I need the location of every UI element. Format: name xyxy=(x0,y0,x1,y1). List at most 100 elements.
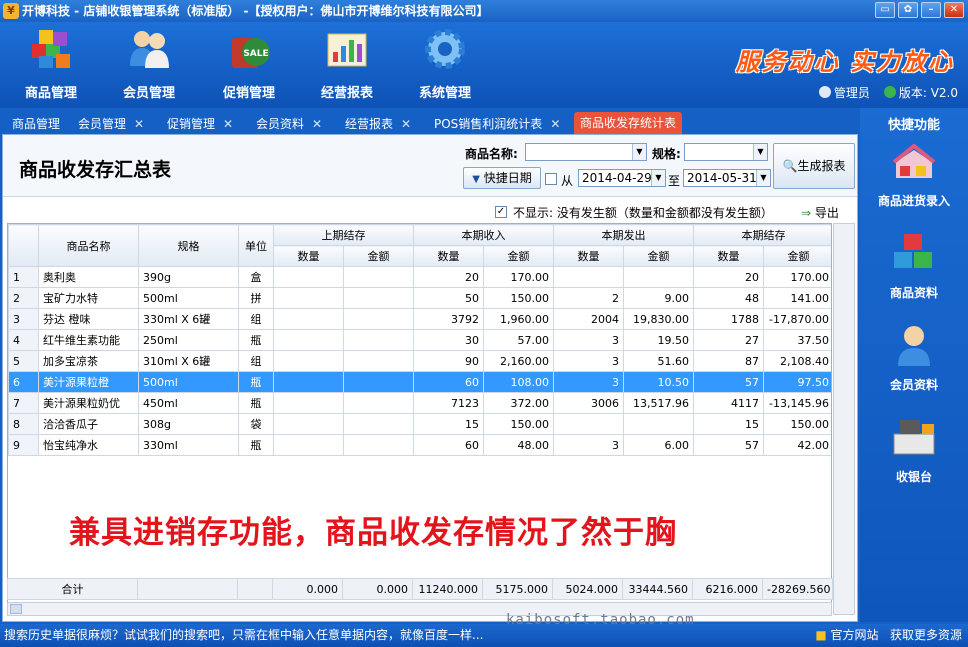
tab-members[interactable]: 会员管理 ✕ xyxy=(78,114,144,134)
table-cell: 6.00 xyxy=(623,434,694,456)
svg-text:SALE: SALE xyxy=(243,49,268,59)
horizontal-scrollbar[interactable] xyxy=(7,602,832,616)
scroll-thumb[interactable] xyxy=(10,604,22,614)
table-cell: 450ml xyxy=(138,392,239,414)
col-header-amount[interactable]: 金额 xyxy=(343,245,414,267)
chevron-down-icon[interactable]: ▼ xyxy=(651,170,665,186)
table-cell: 330ml X 6罐 xyxy=(138,308,239,330)
quick-cashier-button[interactable]: 收银台 xyxy=(860,414,968,485)
tab-stock-report[interactable]: 商品收发存统计表 xyxy=(574,112,683,134)
table-cell: 袋 xyxy=(238,413,274,435)
table-row[interactable]: 3 芬达 橙味 330ml X 6罐组 3792 1,960.00 2004 19,830.… xyxy=(8,308,831,330)
chevron-down-icon[interactable]: ▼ xyxy=(632,144,646,160)
table-row[interactable]: 6 美汁源果粒橙 500ml 瓶 60 108.00 3 10.50 57 97.50 xyxy=(8,371,831,393)
cash-register-icon xyxy=(893,420,935,455)
total-cell: -28269.560 xyxy=(762,578,833,600)
col-header-qty[interactable]: 数量 xyxy=(273,245,344,267)
quick-date-label: 快捷日期 xyxy=(483,171,532,185)
row-number: 1 xyxy=(8,266,39,288)
col-header-unit[interactable]: 单位 xyxy=(238,224,274,267)
to-date: 2014-05-31 xyxy=(687,171,757,185)
chevron-down-icon[interactable]: ▼ xyxy=(756,170,770,186)
table-cell: 19.50 xyxy=(623,329,694,351)
tab-member-profile[interactable]: 会员资料 ✕ xyxy=(256,114,322,134)
table-row[interactable]: 1 奥利奥 390g 盒 20 170.00 20 170.00 xyxy=(8,266,831,288)
table-row[interactable]: 8 洽洽香瓜子 308g 袋 15 150.00 15 150.00 xyxy=(8,413,831,435)
col-header-spec[interactable]: 规格 xyxy=(138,224,239,267)
close-icon[interactable]: ✕ xyxy=(550,117,560,131)
toolbar-goods-button[interactable]: 商品管理 xyxy=(6,26,96,101)
col-header-qty[interactable]: 数量 xyxy=(553,245,624,267)
minimize-icon[interactable]: – xyxy=(921,2,941,18)
menu-icon[interactable]: ▭ xyxy=(875,2,895,18)
table-cell: 3 xyxy=(553,434,624,456)
col-header-amount[interactable]: 金额 xyxy=(623,245,694,267)
table-row[interactable]: 4 红牛维生素功能 250ml 瓶 30 57.00 3 19.50 27 37.50 xyxy=(8,329,831,351)
close-icon[interactable]: ✕ xyxy=(312,117,322,131)
close-icon[interactable]: ✕ xyxy=(944,2,964,18)
triangle-down-icon: ▼ xyxy=(472,174,480,185)
chevron-down-icon[interactable]: ▼ xyxy=(753,144,767,160)
status-tip: 搜索历史单据很麻烦？试试我们的搜索吧，只需在框中输入任意单据内容，就像百度一样.… xyxy=(4,628,484,642)
table-cell: 150.00 xyxy=(483,413,554,435)
spec-combo[interactable]: ▼ xyxy=(684,143,768,161)
user-indicator[interactable]: 管理员 xyxy=(818,84,870,101)
table-cell: 150.00 xyxy=(483,287,554,309)
table-cell xyxy=(553,266,624,288)
skin-icon[interactable]: ✿ xyxy=(898,2,918,18)
table-row[interactable]: 9 怡宝纯净水 330ml 瓶 60 48.00 3 6.00 57 42.00 xyxy=(8,434,831,456)
tab-pos-profit[interactable]: POS销售利润统计表 ✕ xyxy=(434,114,560,134)
close-icon[interactable]: ✕ xyxy=(134,117,144,131)
table-cell: 141.00 xyxy=(763,287,831,309)
table-cell xyxy=(343,266,414,288)
tab-reports[interactable]: 经营报表 ✕ xyxy=(345,114,411,134)
quick-goods-button[interactable]: 商品资料 xyxy=(860,230,968,301)
table-cell xyxy=(273,392,344,414)
tab-label: 商品管理 xyxy=(12,117,61,131)
table-cell: 组 xyxy=(238,308,274,330)
from-date-picker[interactable]: 2014-04-29 ▼ xyxy=(578,169,666,187)
generate-report-button[interactable]: 🔍生成报表 xyxy=(773,143,855,189)
table-cell: 2,108.40 xyxy=(763,350,831,372)
table-cell: 30 xyxy=(413,329,484,351)
table-row[interactable]: 7 美汁源果粒奶优 450ml 瓶 7123 372.00 3006 13,517.96 411… xyxy=(8,392,831,414)
col-header-amount[interactable]: 金额 xyxy=(483,245,554,267)
more-resources-link[interactable]: 获取更多资源 xyxy=(890,628,962,642)
name-combo[interactable]: ▼ xyxy=(525,143,647,161)
quick-member-button[interactable]: 会员资料 xyxy=(860,322,968,393)
table-cell: 2 xyxy=(553,287,624,309)
members-icon xyxy=(130,31,169,68)
close-icon[interactable]: ✕ xyxy=(401,117,411,131)
quick-date-button[interactable]: ▼ 快捷日期 xyxy=(463,167,541,189)
tab-label: POS销售利润统计表 xyxy=(434,117,543,131)
report-panel: 商品收发存汇总表 商品名称: ▼ 规格: ▼ ▼ 快捷日期 从 2014-04-… xyxy=(2,134,858,622)
user-icon xyxy=(818,86,831,98)
col-header-name[interactable]: 商品名称 xyxy=(38,224,139,267)
quick-purchase-button[interactable]: 商品进货录入 xyxy=(860,138,968,209)
table-cell: 瓶 xyxy=(238,329,274,351)
page-title: 商品收发存汇总表 xyxy=(19,159,172,181)
to-date-picker[interactable]: 2014-05-31 ▼ xyxy=(683,169,771,187)
col-header-qty[interactable]: 数量 xyxy=(413,245,484,267)
toolbar-reports-button[interactable]: 经营报表 xyxy=(302,26,392,101)
tab-goods[interactable]: 商品管理 xyxy=(12,114,60,134)
total-cell: 33444.560 xyxy=(622,578,693,600)
col-header-qty[interactable]: 数量 xyxy=(693,245,764,267)
export-button[interactable]: ⇒ 导出 xyxy=(801,204,839,221)
toolbar-reports-label: 经营报表 xyxy=(320,86,373,101)
official-site-link[interactable]: ■ 官方网站 xyxy=(815,628,878,642)
hide-empty-checkbox[interactable]: ✓ xyxy=(495,206,507,218)
tab-promotion[interactable]: 促销管理 ✕ xyxy=(167,114,233,134)
table-cell: 美汁源果粒橙 xyxy=(38,371,139,393)
table-row[interactable]: 2 宝矿力水特 500ml 拼 50 150.00 2 9.00 48 141.00 xyxy=(8,287,831,309)
toolbar-system-button[interactable]: 系统管理 xyxy=(400,26,490,101)
table-row[interactable]: 5 加多宝凉茶 310ml X 6罐组 90 2,160.00 3 51.60 87 2,108… xyxy=(8,350,831,372)
table-cell: 15 xyxy=(413,413,484,435)
vertical-scrollbar[interactable] xyxy=(833,223,855,615)
toolbar-members-button[interactable]: 会员管理 xyxy=(104,26,194,101)
toolbar-promotion-button[interactable]: SALE 促销管理 xyxy=(204,26,294,101)
from-checkbox[interactable] xyxy=(545,173,557,185)
col-header-amount[interactable]: 金额 xyxy=(763,245,831,267)
table-cell: 4117 xyxy=(693,392,764,414)
close-icon[interactable]: ✕ xyxy=(223,117,233,131)
